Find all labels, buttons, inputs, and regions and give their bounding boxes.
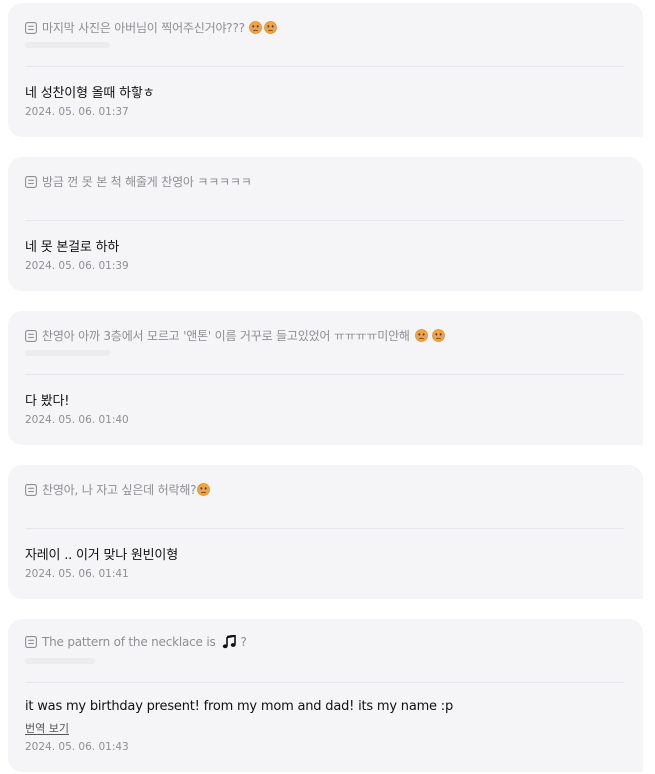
divider bbox=[25, 528, 624, 529]
blurred-detail bbox=[25, 350, 110, 356]
question-card[interactable]: 방금 껀 못 본 척 해줄게 찬영아 ㅋㅋㅋㅋㅋ 네 못 본걸로 하하 2024… bbox=[8, 157, 643, 291]
timestamp: 2024. 05. 06. 01:43 bbox=[25, 741, 129, 753]
question-card[interactable]: The pattern of the necklace is ? it was … bbox=[8, 619, 643, 772]
question-text: The pattern of the necklace is bbox=[42, 635, 216, 649]
question-icon bbox=[25, 636, 37, 648]
sad-face-icon bbox=[248, 21, 262, 34]
question-row: 찬영아 아까 3층에서 모르고 '앤톤' 이름 거꾸로 들고있었어 ㅠㅠㅠㅠ미안… bbox=[25, 327, 445, 344]
answer-text: 네 못 본걸로 하하 bbox=[25, 240, 120, 255]
answer-text: it was my birthday present! from my mom … bbox=[25, 699, 454, 714]
answer-text: 네 성찬이형 올때 하핳ㅎ bbox=[25, 86, 155, 101]
question-text: 마지막 사진은 아버님이 찍어주신거야??? bbox=[42, 21, 245, 35]
timestamp: 2024. 05. 06. 01:40 bbox=[25, 414, 129, 426]
divider bbox=[25, 220, 624, 221]
question-text: 찬영아, 나 자고 싶은데 허락해? bbox=[42, 483, 197, 497]
music-note-icon bbox=[222, 635, 236, 649]
question-text: 방금 껀 못 본 척 해줄게 찬영아 ㅋㅋㅋㅋㅋ bbox=[42, 175, 252, 189]
sad-face-icon bbox=[431, 329, 445, 342]
question-row: 마지막 사진은 아버님이 찍어주신거야??? bbox=[25, 19, 277, 36]
answer-text: 자레이 .. 이거 맞나 원빈이형 bbox=[25, 548, 178, 563]
divider bbox=[25, 66, 624, 67]
question-icon bbox=[25, 483, 37, 496]
timestamp: 2024. 05. 06. 01:39 bbox=[25, 260, 129, 272]
question-icon bbox=[25, 175, 37, 188]
question-text-suffix: ? bbox=[240, 635, 247, 649]
question-icon bbox=[25, 329, 37, 342]
question-row: 방금 껀 못 본 척 해줄게 찬영아 ㅋㅋㅋㅋㅋ bbox=[25, 173, 252, 190]
question-text: 찬영아 아까 3층에서 모르고 '앤톤' 이름 거꾸로 들고있었어 ㅠㅠㅠㅠ미안… bbox=[42, 329, 410, 343]
sad-face-icon bbox=[414, 329, 428, 342]
sad-face-icon bbox=[197, 483, 211, 496]
divider bbox=[25, 682, 624, 683]
divider bbox=[25, 374, 624, 375]
answer-text: 다 봤다! bbox=[25, 394, 70, 409]
question-card[interactable]: 마지막 사진은 아버님이 찍어주신거야??? 네 성찬이형 올때 하핳ㅎ 202… bbox=[8, 3, 643, 137]
blurred-detail bbox=[25, 658, 95, 664]
translate-link[interactable]: 번역 보기 bbox=[25, 720, 69, 736]
timestamp: 2024. 05. 06. 01:41 bbox=[25, 568, 129, 580]
question-card[interactable]: 찬영아, 나 자고 싶은데 허락해? 자레이 .. 이거 맞나 원빈이형 202… bbox=[8, 465, 643, 599]
blurred-detail bbox=[25, 42, 110, 48]
timestamp: 2024. 05. 06. 01:37 bbox=[25, 106, 129, 118]
question-card[interactable]: 찬영아 아까 3층에서 모르고 '앤톤' 이름 거꾸로 들고있었어 ㅠㅠㅠㅠ미안… bbox=[8, 311, 643, 445]
question-row: 찬영아, 나 자고 싶은데 허락해? bbox=[25, 481, 211, 498]
question-row: The pattern of the necklace is ? bbox=[25, 635, 247, 649]
question-icon bbox=[25, 21, 37, 34]
sad-face-icon bbox=[263, 21, 277, 34]
